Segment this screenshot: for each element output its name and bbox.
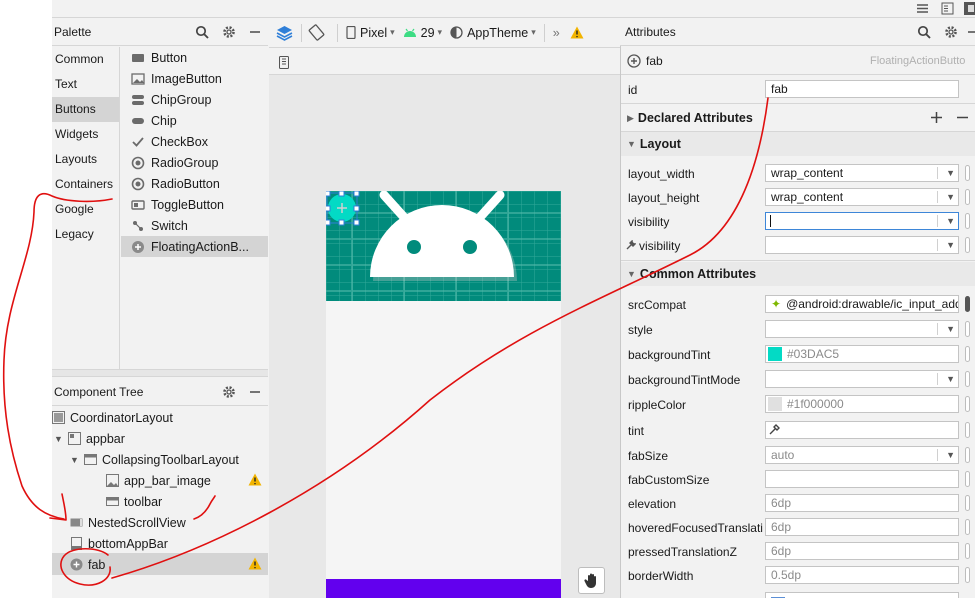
android-studio-layout-editor: Palette Common Text Buttons Widgets Layo…: [0, 0, 975, 598]
red-annotation-overlay: [2, 97, 769, 586]
